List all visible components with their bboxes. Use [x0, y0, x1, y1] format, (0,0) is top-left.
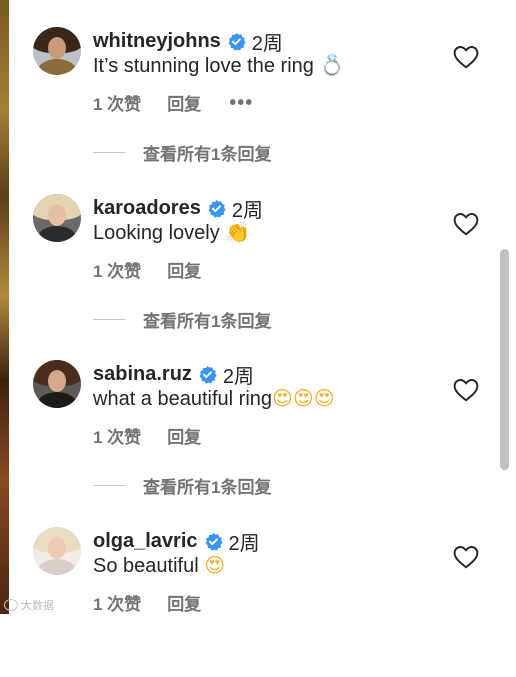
- ring-emoji: 💍: [319, 53, 345, 77]
- comment-text: what a beautiful ring😍😍😍: [93, 386, 335, 411]
- divider-line: [93, 152, 125, 153]
- reply-button[interactable]: 回复: [167, 423, 201, 448]
- comment-username-row: whitneyjohns 2周: [93, 27, 283, 56]
- watermark: 大数据: [4, 597, 54, 613]
- comment-text-body: what a beautiful ring: [93, 388, 273, 410]
- like-count[interactable]: 1 次赞: [93, 257, 141, 282]
- comment-item: sabina.ruz 2周 what a beautiful ring😍😍😍 1…: [33, 360, 516, 510]
- verified-badge-icon: [204, 532, 223, 551]
- like-count[interactable]: 1 次赞: [93, 590, 141, 615]
- verified-badge-icon: [198, 365, 217, 384]
- comment-item: karoadores 2周 Looking lovely 👏 1 次赞 回复 查…: [33, 194, 516, 344]
- comment-actions: 1 次赞 回复: [93, 257, 201, 282]
- like-heart-icon[interactable]: [453, 545, 479, 569]
- comment-text-body: So beautiful: [93, 555, 205, 577]
- heart-eyes-emoji: 😍😍😍: [272, 386, 335, 410]
- background-image-edge: [0, 0, 9, 614]
- comment-time: 2周: [231, 200, 263, 222]
- comment-item: whitneyjohns 2周 It’s stunning love the r…: [33, 27, 516, 177]
- watermark-logo-icon: [4, 599, 18, 611]
- heart-eyes-emoji: 😍: [204, 553, 226, 577]
- username-link[interactable]: sabina.ruz: [93, 363, 192, 386]
- verified-badge-icon: [207, 199, 226, 218]
- comment-text-body: It’s stunning love the ring: [93, 55, 320, 77]
- comment-actions: 1 次赞 回复: [93, 590, 201, 615]
- view-replies-label: 查看所有1条回复: [143, 312, 272, 331]
- scrollbar-thumb[interactable]: [500, 249, 509, 470]
- comment-text-body: Looking lovely: [93, 222, 226, 244]
- avatar[interactable]: [33, 360, 81, 408]
- comment-actions: 1 次赞 回复: [93, 423, 201, 448]
- like-heart-icon[interactable]: [453, 378, 479, 402]
- more-options-button[interactable]: •••: [229, 93, 253, 113]
- comment-text: It’s stunning love the ring 💍: [93, 53, 344, 78]
- comment-time: 2周: [222, 366, 255, 388]
- like-heart-icon[interactable]: [453, 45, 479, 69]
- watermark-text: 大数据: [21, 600, 54, 612]
- comment-text: Looking lovely 👏: [93, 220, 250, 245]
- avatar[interactable]: [33, 194, 81, 242]
- reply-button[interactable]: 回复: [167, 90, 201, 115]
- view-replies-label: 查看所有1条回复: [143, 478, 272, 497]
- username-link[interactable]: whitneyjohns: [93, 30, 221, 53]
- comment-username-row: sabina.ruz 2周: [93, 360, 254, 389]
- like-heart-icon[interactable]: [453, 212, 479, 236]
- reply-button[interactable]: 回复: [167, 257, 201, 282]
- divider-line: [93, 319, 125, 320]
- like-count[interactable]: 1 次赞: [93, 423, 141, 448]
- username-link[interactable]: karoadores: [93, 197, 201, 220]
- comment-item: olga_lavric 2周 So beautiful 😍 1 次赞 回复: [33, 527, 516, 677]
- comment-text: So beautiful 😍: [93, 553, 225, 578]
- comment-actions: 1 次赞 回复 •••: [93, 90, 253, 115]
- view-replies-label: 查看所有1条回复: [143, 145, 272, 164]
- view-replies-button[interactable]: 查看所有1条回复: [93, 473, 271, 498]
- avatar[interactable]: [33, 27, 81, 75]
- clapping-emoji: 👏: [225, 220, 251, 244]
- comment-username-row: olga_lavric 2周: [93, 527, 260, 556]
- comment-time: 2周: [228, 533, 260, 555]
- view-replies-button[interactable]: 查看所有1条回复: [93, 307, 271, 332]
- comment-username-row: karoadores 2周: [93, 194, 263, 223]
- reply-button[interactable]: 回复: [167, 590, 201, 615]
- comment-time: 2周: [251, 33, 283, 55]
- username-link[interactable]: olga_lavric: [93, 530, 198, 553]
- like-count[interactable]: 1 次赞: [93, 90, 141, 115]
- verified-badge-icon: [227, 32, 246, 51]
- avatar[interactable]: [33, 527, 81, 575]
- divider-line: [93, 485, 125, 486]
- view-replies-button[interactable]: 查看所有1条回复: [93, 140, 271, 165]
